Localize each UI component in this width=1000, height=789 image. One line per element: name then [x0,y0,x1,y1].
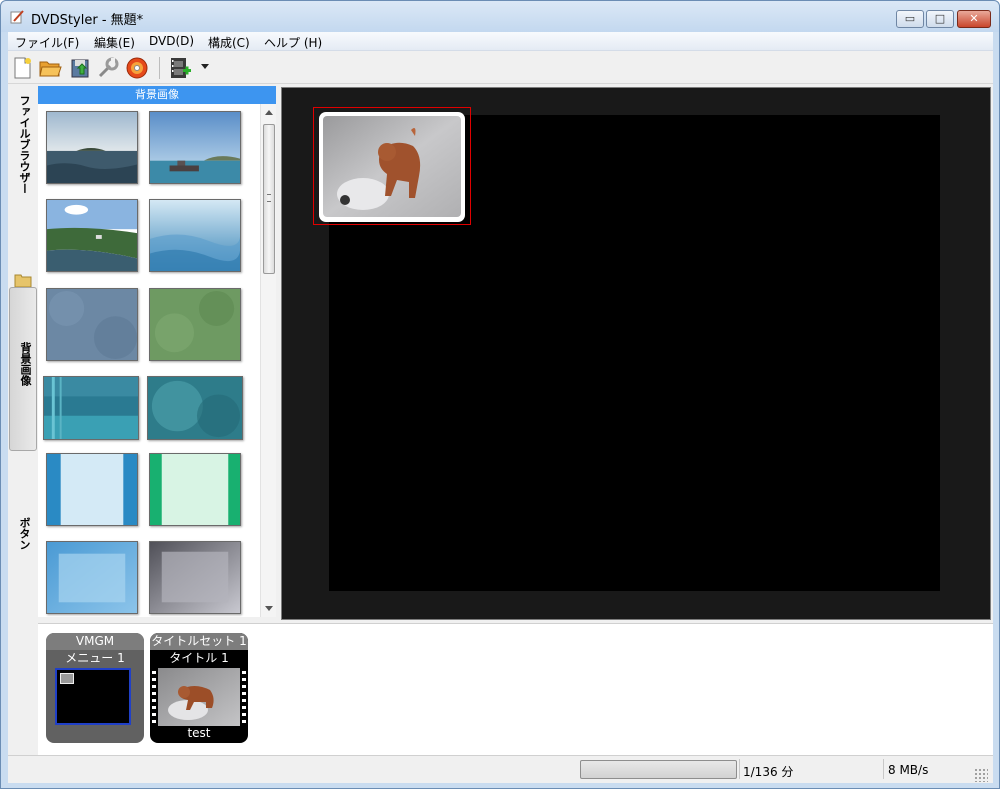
scrollbar-grip [267,194,271,202]
titleset-1-block: タイトルセット 1 タイトル 1 test [150,633,248,743]
tab-buttons[interactable]: ボタン [16,517,32,550]
menu-file[interactable]: ファイル(F) [12,34,82,51]
status-separator [739,759,740,779]
vmgm-header: VMGM [46,633,144,650]
dog-photo-button[interactable] [319,112,465,222]
thumb-green-frame-light[interactable] [149,453,241,526]
thumb-green-texture[interactable] [149,288,241,361]
close-icon: ✕ [969,12,979,25]
film-strip-left-icon [150,668,158,726]
status-bar: 1/136 分 8 MB/s [8,755,993,783]
app-window: DVDStyler - 無題* ▭ □ ✕ ファイル(F) 編集(E) DVD(… [0,0,1000,789]
menu-help[interactable]: ヘルプ (H) [261,34,325,51]
thumb-blue-frame-light[interactable] [46,453,138,526]
new-document-icon[interactable] [10,56,34,80]
window-title: DVDStyler - 無題* [31,13,144,28]
open-folder-icon[interactable] [38,56,62,80]
status-separator [883,759,884,779]
title-bar[interactable]: DVDStyler - 無題* ▭ □ ✕ [1,1,999,32]
menu-edit[interactable]: 編集(E) [91,34,138,51]
toolbar [8,52,993,84]
menu-dvd[interactable]: DVD(D) [146,34,197,48]
scroll-down-icon[interactable] [265,606,273,611]
resize-grip-icon[interactable] [974,768,988,782]
add-video-icon[interactable] [168,56,192,80]
thumb-teal-stripes[interactable] [43,376,139,440]
menu-config[interactable]: 構成(C) [205,34,253,51]
maximize-button[interactable]: □ [926,10,954,28]
tab-file-browser[interactable]: ファイルブラウザー [16,95,32,194]
thumb-coast-aerial[interactable] [46,199,138,272]
menu-1-thumbnail[interactable] [55,668,131,725]
titleset-manager: VMGM メニュー 1 タイトルセット 1 タイトル 1 test [38,623,993,755]
background-thumbnail-grid [38,104,260,617]
close-button[interactable]: ✕ [957,10,991,28]
app-pen-icon [10,10,24,24]
panel-header: 背景画像 [38,86,276,104]
dog-photo-image [323,116,461,217]
thumb-sea-island[interactable] [46,111,138,184]
menu-mini-preview [60,673,74,684]
dropdown-arrow-icon[interactable] [201,64,209,69]
menu-bar: ファイル(F) 編集(E) DVD(D) 構成(C) ヘルプ (H) [8,32,993,51]
vertical-tab-bar: ファイルブラウザー 背景画像 ボタン [8,85,38,630]
status-duration: 1/136 分 [743,765,794,779]
titleset-header: タイトルセット 1 [150,633,248,650]
scrollbar-thumb[interactable] [263,124,275,274]
maximize-icon: □ [934,12,946,25]
thumb-ship-harbor[interactable] [149,111,241,184]
thumb-gray-gradient-frame[interactable] [149,541,241,614]
thumb-blue-waves[interactable] [149,199,241,272]
thumb-blue-gradient-frame[interactable] [46,541,138,614]
tab-background-label: 背景画像 [19,342,32,386]
settings-wrench-icon[interactable] [96,56,120,80]
burn-disc-icon[interactable] [125,56,149,80]
toolbar-separator [159,57,160,79]
title-1-thumbnail[interactable] [158,668,240,726]
tab-background[interactable]: 背景画像 [9,287,37,451]
menu-editor-canvas[interactable] [281,87,991,620]
thumbnail-scrollbar[interactable] [260,104,276,617]
vmgm-menu-label: メニュー 1 [65,651,125,665]
client-area: ファイル(F) 編集(E) DVD(D) 構成(C) ヘルプ (H) ファイルブ… [8,32,993,783]
title-1-caption: test [187,726,211,740]
minimize-icon: ▭ [904,12,916,25]
thumb-blue-gray-texture[interactable] [46,288,138,361]
film-strip-right-icon [240,668,248,726]
thumb-teal-grunge[interactable] [147,376,243,440]
title-1-label: タイトル 1 [169,651,229,665]
vmgm-block: VMGM メニュー 1 [46,633,144,743]
scroll-up-icon[interactable] [265,110,273,115]
status-bitrate: 8 MB/s [888,763,929,777]
save-icon[interactable] [68,56,92,80]
progress-bar [580,760,737,779]
minimize-button[interactable]: ▭ [896,10,924,28]
